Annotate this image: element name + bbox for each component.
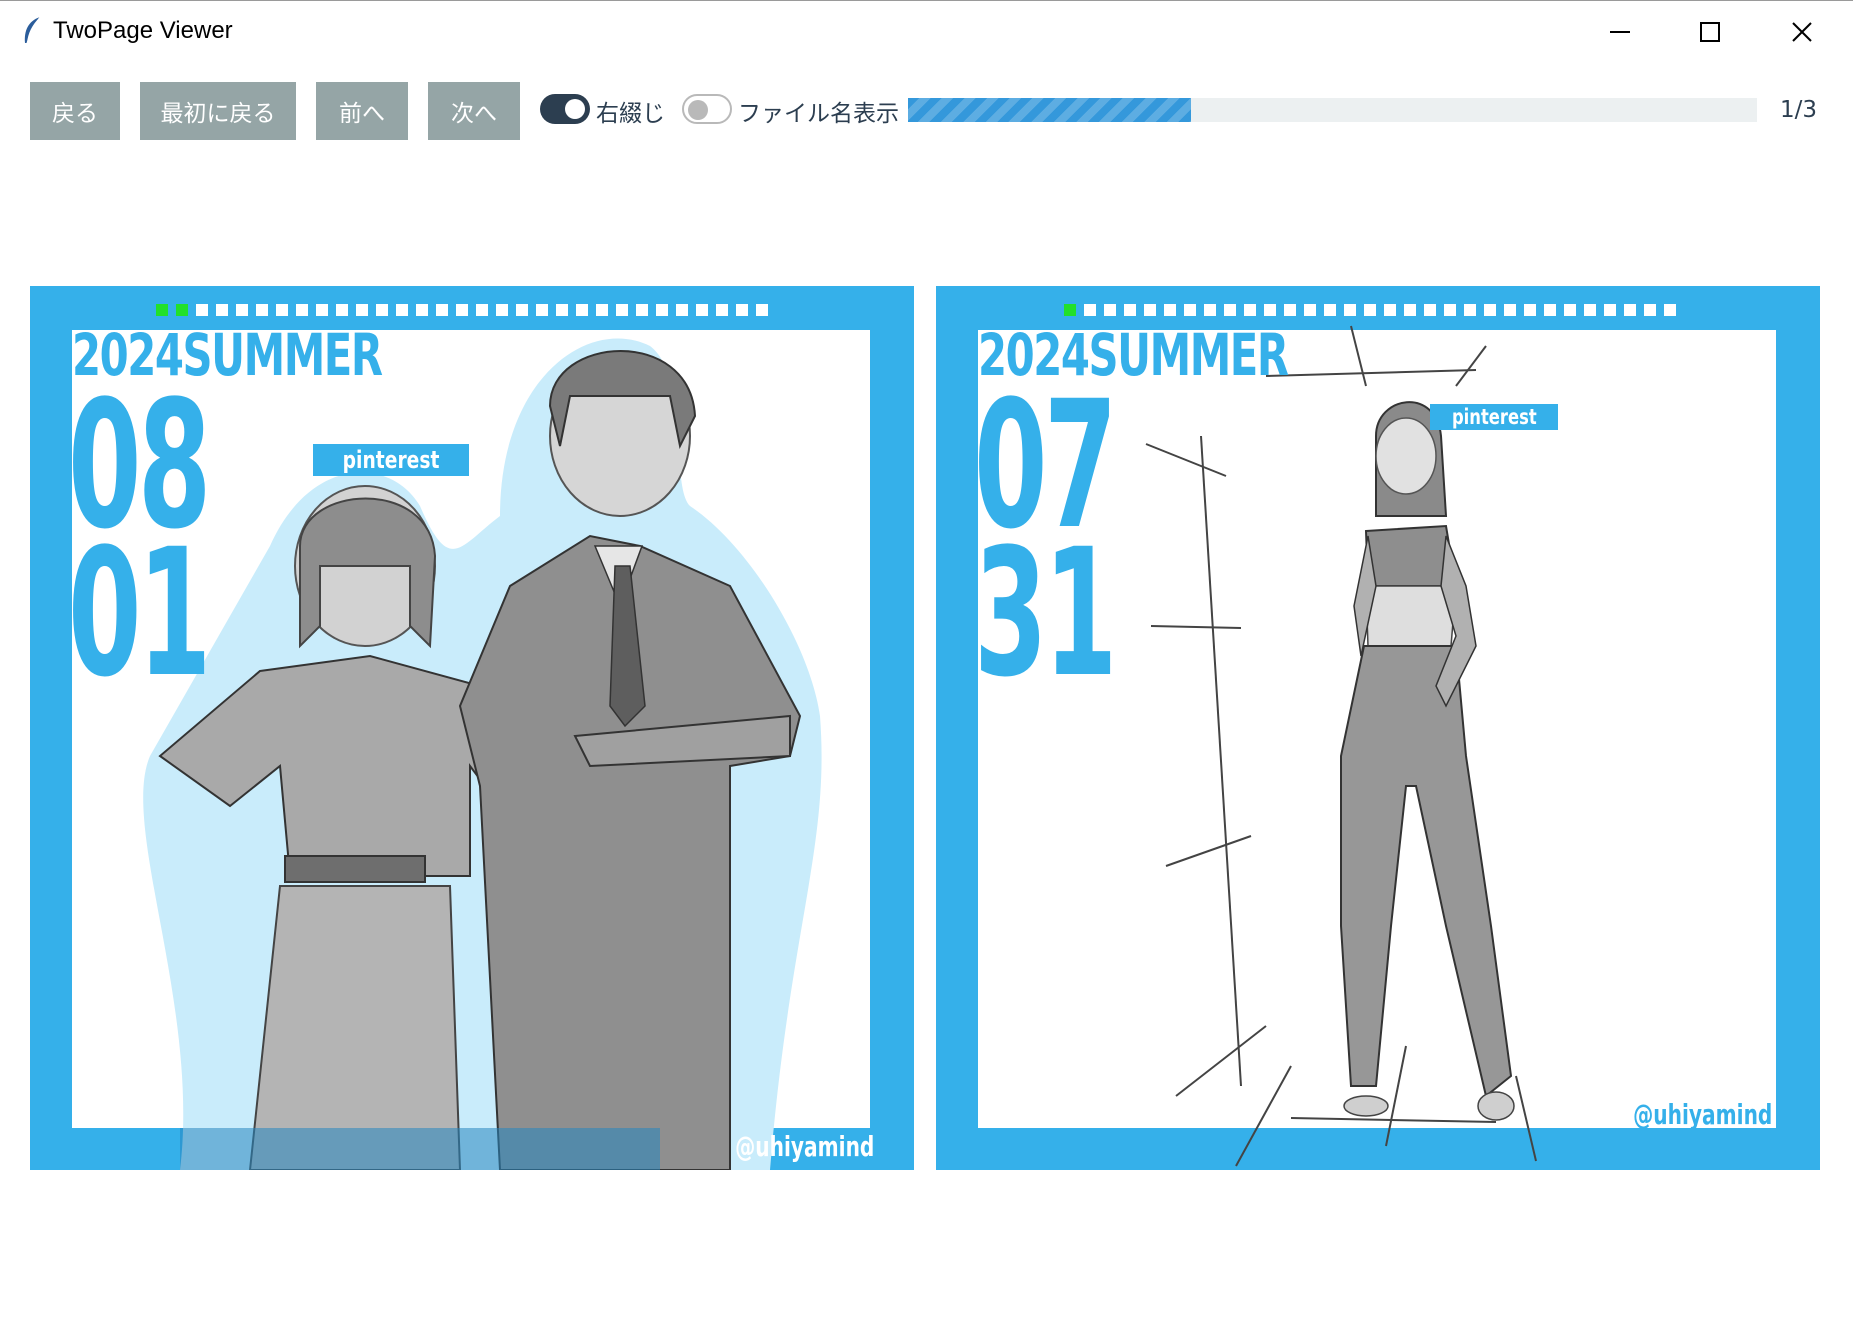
left-pinterest-tag: pinterest <box>313 444 469 476</box>
left-day: 01 <box>68 511 211 716</box>
window-title: TwoPage Viewer <box>53 17 233 44</box>
next-button[interactable]: 次へ <box>428 82 520 140</box>
close-icon <box>1792 22 1812 42</box>
minimize-button[interactable] <box>1570 1 1670 63</box>
right-page-image: 2024SUMMER 07 31 pinterest @uhiyamind <box>936 286 1820 1170</box>
filename-label: ファイル名表示 <box>738 101 899 127</box>
close-button[interactable] <box>1752 1 1852 63</box>
right-day: 31 <box>974 511 1117 716</box>
right-handle: @uhiyamind <box>1632 1098 1772 1131</box>
title-bar: TwoPage Viewer <box>0 0 1853 62</box>
page-progress-bar <box>908 98 1757 122</box>
minimize-icon <box>1610 31 1630 33</box>
page-counter: 1/3 <box>1780 97 1818 123</box>
progress-fill <box>908 98 1191 122</box>
left-handle: @uhiyamind <box>734 1130 874 1163</box>
first-page-button[interactable]: 最初に戻る <box>140 82 296 140</box>
right-binding-toggle[interactable] <box>540 94 590 124</box>
right-binding-label: 右綴じ <box>596 101 665 127</box>
prev-button[interactable]: 前へ <box>316 82 408 140</box>
feather-icon <box>24 16 41 44</box>
back-button[interactable]: 戻る <box>30 82 120 140</box>
filename-toggle[interactable] <box>682 94 732 124</box>
maximize-button[interactable] <box>1660 1 1760 63</box>
right-pinterest-tag: pinterest <box>1430 404 1558 430</box>
maximize-icon <box>1700 22 1720 42</box>
left-page-image: 2024SUMMER 08 01 pinterest @uhiyamind <box>30 286 914 1170</box>
